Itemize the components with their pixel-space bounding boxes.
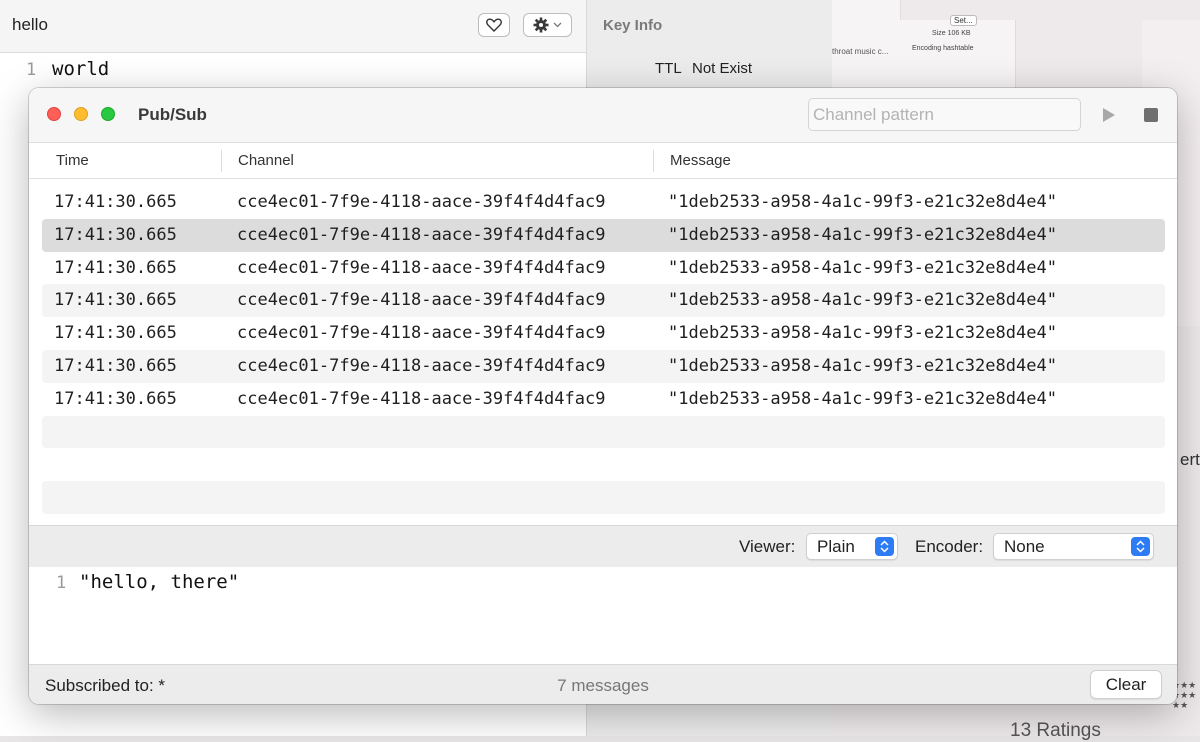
row-message: "1deb2533-a958-4a1c-99f3-e21c32e8d4e4"	[668, 224, 1057, 245]
editor-titlebar: hello	[0, 0, 586, 53]
row-channel: cce4ec01-7f9e-4118-aace-39f4f4d4fac9	[237, 388, 606, 409]
table-row-selected[interactable]: 17:41:30.665 cce4ec01-7f9e-4118-aace-39f…	[42, 218, 1165, 252]
viewer-toolbar: Viewer: Plain Encoder: None	[29, 525, 1177, 568]
pubsub-titlebar: Pub/Sub	[29, 88, 1177, 143]
channel-pattern-input[interactable]	[808, 98, 1081, 131]
row-channel: cce4ec01-7f9e-4118-aace-39f4f4d4fac9	[237, 355, 606, 376]
body-text[interactable]: "hello, there"	[79, 571, 239, 593]
column-divider[interactable]	[221, 150, 222, 172]
viewer-label: Viewer:	[739, 537, 796, 556]
table-row[interactable]: 17:41:30.665 cce4ec01-7f9e-4118-aace-39f…	[42, 252, 1165, 285]
ttl-value: Not Exist	[692, 60, 753, 77]
row-channel: cce4ec01-7f9e-4118-aace-39f4f4d4fac9	[237, 290, 606, 311]
ratings-count: 13 Ratings	[1010, 720, 1101, 741]
background-size-row: Size 106 KB	[932, 30, 971, 37]
unsubscribe-stop-button[interactable]	[1141, 104, 1161, 126]
row-channel: cce4ec01-7f9e-4118-aace-39f4f4d4fac9	[237, 323, 606, 344]
row-message: "1deb2533-a958-4a1c-99f3-e21c32e8d4e4"	[668, 257, 1057, 278]
pubsub-footer: Subscribed to: * 7 messages Clear	[29, 664, 1177, 704]
table-row[interactable]: 17:41:30.665 cce4ec01-7f9e-4118-aace-39f…	[42, 186, 1165, 219]
size-value: 106 KB	[947, 30, 971, 37]
encoder-select[interactable]: None	[993, 533, 1154, 560]
messages-table-header: Time Channel Message	[29, 143, 1177, 179]
up-down-chevron-icon	[875, 537, 894, 556]
play-icon	[1103, 108, 1115, 122]
row-message: "1deb2533-a958-4a1c-99f3-e21c32e8d4e4"	[668, 290, 1057, 311]
column-divider[interactable]	[653, 150, 654, 172]
encoder-label: Encoder:	[915, 537, 984, 556]
empty-table-row	[42, 448, 1165, 481]
row-message: "1deb2533-a958-4a1c-99f3-e21c32e8d4e4"	[668, 323, 1057, 344]
size-label: Size	[932, 30, 946, 37]
stop-icon	[1144, 108, 1158, 122]
background-set-button[interactable]: Set...	[950, 15, 977, 26]
table-row[interactable]: 17:41:30.665 cce4ec01-7f9e-4118-aace-39f…	[42, 383, 1165, 416]
body-line-number: 1	[56, 573, 67, 593]
editor-value-text[interactable]: world	[52, 58, 109, 80]
viewer-selected-value: Plain	[817, 537, 855, 556]
settings-menu-button[interactable]	[523, 13, 572, 37]
encoding-label: Encoding	[912, 45, 942, 52]
row-channel: cce4ec01-7f9e-4118-aace-39f4f4d4fac9	[237, 224, 606, 245]
column-header-channel[interactable]: Channel	[238, 152, 294, 169]
subscribe-play-button[interactable]	[1099, 104, 1119, 126]
row-channel: cce4ec01-7f9e-4118-aace-39f4f4d4fac9	[237, 192, 606, 212]
key-name: hello	[12, 15, 48, 34]
clear-button[interactable]: Clear	[1090, 670, 1162, 699]
up-down-chevron-icon	[1131, 537, 1150, 556]
message-count: 7 messages	[557, 676, 649, 695]
row-time: 17:41:30.665	[54, 355, 177, 376]
row-time: 17:41:30.665	[54, 224, 177, 245]
table-row[interactable]: 17:41:30.665 cce4ec01-7f9e-4118-aace-39f…	[42, 284, 1165, 318]
editor-line-number: 1	[26, 60, 37, 80]
maximize-window-button[interactable]	[101, 107, 115, 121]
gear-icon	[533, 17, 549, 33]
close-window-button[interactable]	[47, 107, 61, 121]
row-message: "1deb2533-a958-4a1c-99f3-e21c32e8d4e4"	[668, 192, 1057, 212]
background-encoding-row: Encoding hashtable	[912, 45, 974, 52]
row-time: 17:41:30.665	[54, 323, 177, 344]
messages-table-body: 17:41:30.665 cce4ec01-7f9e-4118-aace-39f…	[42, 186, 1165, 514]
column-header-message[interactable]: Message	[670, 152, 731, 169]
row-channel: cce4ec01-7f9e-4118-aace-39f4f4d4fac9	[237, 257, 606, 278]
window-title: Pub/Sub	[138, 105, 207, 124]
encoding-value: hashtable	[943, 45, 974, 52]
favorite-button[interactable]	[478, 13, 510, 37]
chevron-down-icon	[553, 22, 562, 28]
row-message: "1deb2533-a958-4a1c-99f3-e21c32e8d4e4"	[668, 388, 1057, 409]
row-time: 17:41:30.665	[54, 257, 177, 278]
ttl-label: TTL	[655, 60, 682, 77]
background-card	[832, 0, 901, 90]
background-cut-text: ert	[1180, 450, 1200, 469]
heart-icon	[486, 18, 502, 32]
table-row[interactable]: 17:41:30.665 cce4ec01-7f9e-4118-aace-39f…	[42, 349, 1165, 383]
empty-table-row	[42, 415, 1165, 449]
background-track-label: throat music c...	[832, 47, 889, 56]
key-info-title: Key Info	[603, 17, 663, 34]
viewer-select[interactable]: Plain	[806, 533, 898, 560]
minimize-window-button[interactable]	[74, 107, 88, 121]
table-row[interactable]: 17:41:30.665 cce4ec01-7f9e-4118-aace-39f…	[42, 317, 1165, 350]
row-message: "1deb2533-a958-4a1c-99f3-e21c32e8d4e4"	[668, 355, 1057, 376]
pubsub-window: Pub/Sub Time Channel Message 17:41:30.66…	[29, 88, 1177, 704]
subscribed-status: Subscribed to: *	[45, 676, 166, 695]
row-time: 17:41:30.665	[54, 388, 177, 409]
empty-table-row	[42, 481, 1165, 514]
column-header-time[interactable]: Time	[56, 152, 89, 169]
row-time: 17:41:30.665	[54, 290, 177, 311]
encoder-selected-value: None	[1004, 537, 1045, 556]
message-body-editor[interactable]: 1 "hello, there"	[29, 567, 1177, 663]
row-time: 17:41:30.665	[54, 192, 177, 212]
